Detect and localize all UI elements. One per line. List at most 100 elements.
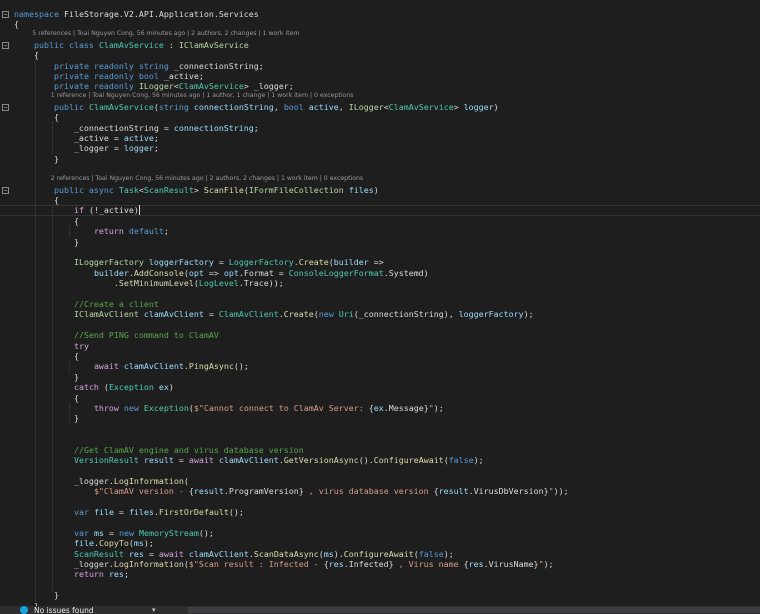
code-token: await — [188, 455, 214, 465]
code-token: active — [308, 101, 339, 112]
code-token: LoggerFactory — [228, 257, 294, 268]
code-line[interactable]: if (!_active) — [14, 205, 139, 216]
code-line[interactable]: $"ClamAV version - {result.ProgramVersio… — [14, 486, 569, 497]
code-token: res — [468, 559, 484, 569]
code-token: ) — [373, 184, 379, 195]
fold-toggle-icon[interactable]: − — [2, 103, 9, 111]
code-token: ; — [163, 226, 169, 237]
code-token: IFormFileCollection — [248, 184, 344, 195]
code-line[interactable]: { — [14, 351, 79, 362]
code-line[interactable]: _logger.LogInformation( — [14, 476, 189, 487]
code-line[interactable]: builder.AddConsole(opt => opt.Format = C… — [14, 268, 429, 279]
code-line[interactable]: catch (Exception ex) — [14, 382, 174, 393]
code-token: => — [203, 267, 224, 278]
code-line[interactable]: namespace FileStorage.V2.API.Application… — [14, 9, 259, 20]
code-line[interactable]: await clamAvClient.PingAsync(); — [14, 361, 249, 372]
code-line[interactable]: public ClamAvService(string connectionSt… — [14, 102, 499, 113]
check-circle-icon[interactable] — [20, 606, 28, 614]
code-line[interactable]: //Create a client — [14, 299, 159, 310]
code-line[interactable]: _active = active; — [14, 133, 159, 144]
code-line[interactable]: private readonly string _connectionStrin… — [14, 61, 264, 72]
fold-toggle-icon[interactable]: − — [2, 41, 9, 49]
code-token: $"Cannot connect to ClamAv Server: — [193, 403, 369, 413]
code-line[interactable]: var ms = new MemoryStream(); — [14, 528, 214, 539]
code-token: ). — [333, 548, 344, 559]
code-line[interactable]: IClamAvClient clamAvClient = ClamAvClien… — [14, 309, 534, 320]
codelens-info[interactable]: 2 references | Toai Nguyen Cong, 56 minu… — [51, 174, 363, 184]
code-token: public — [53, 101, 84, 112]
code-token: FirstOrDefault — [158, 507, 229, 517]
code-token: = — [113, 507, 129, 517]
code-line[interactable]: _connectionString = connectionString; — [14, 123, 259, 134]
fold-toggle-icon[interactable]: − — [2, 11, 9, 18]
fold-toggle-icon[interactable]: − — [2, 186, 9, 194]
code-line[interactable]: } — [14, 413, 79, 424]
code-token: ); — [433, 403, 444, 413]
code-token: ConfigureAwait — [373, 455, 444, 465]
code-line[interactable]: try — [14, 341, 89, 352]
issues-status[interactable]: No issues found — [34, 606, 94, 614]
code-line[interactable]: //Get ClamAV engine and virus database v… — [14, 445, 304, 456]
code-line[interactable]: public class ClamAvService : IClamAvServ… — [14, 40, 249, 51]
codelens-info[interactable]: 1 reference | Toai Nguyen Cong, 56 minut… — [51, 91, 354, 101]
code-token: ); — [473, 455, 484, 465]
code-token: ) — [493, 101, 499, 112]
code-line[interactable]: { — [14, 112, 59, 123]
code-token: GetVersionAsync — [283, 455, 359, 465]
code-line[interactable]: { — [14, 50, 39, 61]
code-line[interactable]: } — [14, 372, 79, 383]
code-line[interactable]: } — [14, 237, 79, 248]
code-token: result — [438, 486, 469, 497]
code-token: new — [123, 403, 139, 413]
code-token: namespace — [14, 9, 59, 19]
code-editor[interactable]: namespace FileStorage.V2.API.Application… — [0, 0, 760, 606]
code-line[interactable]: _logger = logger; — [14, 143, 159, 154]
code-token: ConfigureAwait — [343, 548, 414, 559]
codelens-info[interactable]: 5 references | Toai Nguyen Cong, 56 minu… — [32, 29, 299, 39]
code-line[interactable]: throw new Exception($"Cannot connect to … — [14, 403, 444, 414]
code-line[interactable]: file.CopyTo(ms); — [14, 538, 154, 549]
code-line[interactable]: public async Task<ScanResult> ScanFile(I… — [14, 185, 379, 196]
code-line[interactable]: } — [14, 590, 59, 601]
code-token: ; — [153, 143, 159, 154]
code-line[interactable]: { — [14, 216, 79, 227]
code-line[interactable]: var file = files.FirstOrDefault(); — [14, 507, 244, 518]
code-line[interactable]: VersionResult result = await clamAvClien… — [14, 455, 484, 466]
code-token: clamAvClient — [143, 309, 204, 320]
code-line[interactable]: { — [14, 195, 59, 206]
code-line[interactable]: ScanResult res = await clamAvClient.Scan… — [14, 549, 454, 560]
code-token: { — [14, 19, 19, 30]
code-line[interactable]: return res; — [14, 569, 129, 580]
code-token: LogInformation — [113, 559, 184, 569]
code-token: } — [14, 413, 79, 424]
code-line[interactable]: } — [14, 154, 59, 165]
code-line[interactable]: return default; — [14, 226, 169, 237]
code-token: (); — [228, 507, 244, 517]
code-line[interactable]: //Send PING command to ClamAV — [14, 330, 219, 341]
code-token: ms — [93, 527, 104, 538]
code-line[interactable]: { — [14, 393, 79, 404]
code-token: string — [158, 101, 189, 112]
code-line[interactable]: { — [14, 19, 19, 30]
code-token: _active = — [14, 133, 124, 143]
code-line[interactable]: private readonly bool _active; — [14, 71, 204, 82]
code-line[interactable]: ILoggerFactory loggerFactory = LoggerFac… — [14, 257, 384, 268]
code-token: logger — [463, 101, 494, 112]
code-token: .Infected} — [343, 559, 394, 569]
code-line[interactable]: _logger.LogInformation($"Scan result : I… — [14, 559, 554, 570]
code-token: ; — [253, 122, 259, 133]
horizontal-scrollbar[interactable] — [188, 607, 760, 613]
code-token: .VirusName} — [483, 559, 539, 569]
brush-icon[interactable]: ▾ — [152, 606, 156, 614]
code-token: : — [163, 39, 179, 50]
code-line[interactable]: .SetMinimumLevel(LogLevel.Trace)); — [14, 278, 284, 289]
code-token: return — [73, 569, 104, 580]
